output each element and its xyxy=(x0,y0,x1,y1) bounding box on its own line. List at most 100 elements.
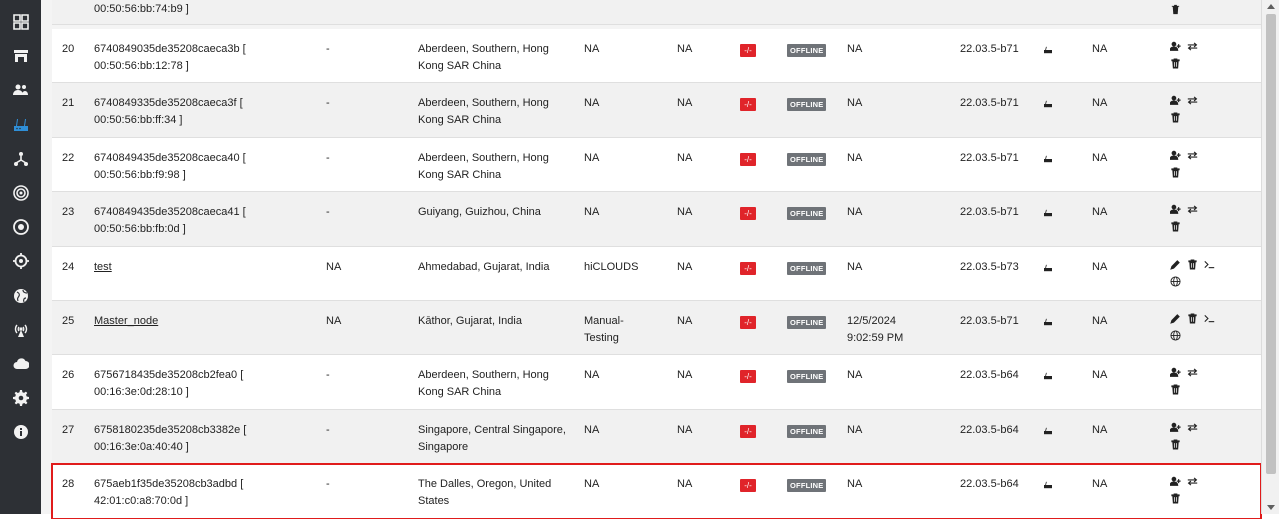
device-id-line1: 6740849435de35208caeca41 [ xyxy=(94,206,246,219)
customer-cell: NA xyxy=(584,476,654,493)
dashboard-grid-icon[interactable] xyxy=(0,7,41,37)
clients-badge: -/- xyxy=(740,151,756,168)
transfer-icon[interactable] xyxy=(1187,41,1198,58)
clients-badge-label: -/- xyxy=(740,152,756,166)
row-index: 23 xyxy=(62,206,75,219)
router-icon[interactable] xyxy=(0,110,41,140)
trash-icon[interactable] xyxy=(1170,439,1181,456)
customer-cell: NA xyxy=(584,422,654,439)
firmware-version: 22.03.5-b73 xyxy=(960,260,1019,273)
location-cell: Aberdeen, Southern, Hong Kong SAR China xyxy=(418,95,568,129)
add-user-icon[interactable] xyxy=(1169,150,1181,167)
devices-table: 20 6740849035de35208caeca3b [00:50:56:bb:… xyxy=(51,29,1262,519)
add-user-icon[interactable] xyxy=(1169,204,1181,221)
gear-icon[interactable] xyxy=(0,383,41,413)
globe-icon[interactable] xyxy=(1170,330,1181,347)
row-actions xyxy=(1169,367,1230,401)
customer-line1: NA xyxy=(584,43,600,55)
table-row[interactable]: 23 6740849435de35208caeca41 [00:50:56:bb:… xyxy=(52,192,1261,247)
info-icon[interactable] xyxy=(0,417,41,447)
location-cell: Aberdeen, Southern, Hong Kong SAR China xyxy=(418,150,568,184)
vertical-scrollbar[interactable] xyxy=(1261,0,1279,514)
transfer-icon[interactable] xyxy=(1187,367,1198,384)
add-user-icon[interactable] xyxy=(1169,95,1181,112)
row-index: 26 xyxy=(62,369,75,382)
store-icon[interactable] xyxy=(0,41,41,71)
table-row[interactable]: 27 6758180235de35208cb3382e [00:16:3e:0a:… xyxy=(52,409,1261,465)
globe-icon[interactable] xyxy=(0,281,41,311)
firmware-version: 22.03.5-b64 xyxy=(960,423,1019,436)
scroll-up-icon[interactable] xyxy=(1267,4,1275,9)
antenna-icon[interactable] xyxy=(0,315,41,345)
table-row[interactable]: 20 6740849035de35208caeca3b [00:50:56:bb:… xyxy=(52,29,1261,84)
table-row[interactable]: 26 6756718435de35208cb2fea0 [00:16:3e:0d:… xyxy=(52,355,1261,410)
trash-icon[interactable] xyxy=(1187,313,1198,330)
group-cell: - xyxy=(326,478,330,491)
last-seen-cell: NA xyxy=(847,204,937,221)
transfer-icon[interactable] xyxy=(1187,95,1198,112)
status-label: OFFLINE xyxy=(787,370,827,384)
status-badge: OFFLINE xyxy=(787,423,827,440)
transfer-icon[interactable] xyxy=(1187,150,1198,167)
na-cell: NA xyxy=(677,314,693,327)
row-actions xyxy=(1169,41,1230,75)
cloud-icon[interactable] xyxy=(0,349,41,379)
edit-icon[interactable] xyxy=(1170,313,1181,330)
scrollbar-thumb[interactable] xyxy=(1266,14,1276,474)
location-line1: Ahmedabad, Gujarat, India xyxy=(418,260,550,273)
transfer-icon[interactable] xyxy=(1187,422,1198,439)
table-row-partial: 00:50:56:bb:74:b9 ] xyxy=(52,0,1261,25)
na-cell-2: NA xyxy=(1092,97,1108,110)
table-row[interactable]: 22 6740849435de35208caeca40 [00:50:56:bb:… xyxy=(52,137,1261,193)
location-cell: Aberdeen, Southern, Hong Kong SAR China xyxy=(418,367,568,401)
clients-badge-label: -/- xyxy=(740,315,756,329)
trash-icon[interactable] xyxy=(1170,58,1181,75)
globe-icon[interactable] xyxy=(1170,276,1181,293)
clients-badge: -/- xyxy=(740,42,756,59)
firmware-version: 22.03.5-b64 xyxy=(960,478,1019,491)
users-icon[interactable] xyxy=(0,75,41,105)
add-user-icon[interactable] xyxy=(1169,367,1181,384)
add-user-icon[interactable] xyxy=(1169,41,1181,58)
network-topology-icon[interactable] xyxy=(0,144,41,174)
device-id: test xyxy=(94,259,294,276)
trash-icon[interactable] xyxy=(1170,167,1181,184)
status-label: OFFLINE xyxy=(787,315,827,329)
trash-icon[interactable] xyxy=(1170,112,1181,129)
terminal-icon[interactable] xyxy=(1204,313,1215,330)
trash-icon[interactable] xyxy=(1187,259,1198,276)
terminal-icon[interactable] xyxy=(1204,259,1215,276)
device-id-line2: 00:50:56:bb:f9:98 ] xyxy=(94,168,186,181)
add-user-icon[interactable] xyxy=(1169,422,1181,439)
table-row[interactable]: 24 test NA Ahmedabad, Gujarat, India hiCLOUD… xyxy=(52,246,1261,301)
status-badge: OFFLINE xyxy=(787,42,827,59)
scroll-down-icon[interactable] xyxy=(1267,505,1275,510)
firmware-version: 22.03.5-b71 xyxy=(960,314,1019,327)
location-line2: Singapore xyxy=(418,440,469,453)
customer-cell: NA xyxy=(584,95,654,112)
location-cell: The Dalles, Oregon, United States xyxy=(418,476,568,510)
radar-icon[interactable] xyxy=(0,178,41,208)
device-id-line1[interactable]: test xyxy=(94,261,112,273)
transfer-icon[interactable] xyxy=(1187,476,1198,493)
status-label: OFFLINE xyxy=(787,152,827,166)
trash-icon[interactable] xyxy=(1170,4,1181,18)
trash-icon[interactable] xyxy=(1170,493,1181,510)
device-id-line2: 00:50:56:bb:ff:34 ] xyxy=(94,114,183,127)
table-row[interactable]: 25 Master_node NA Kāthor, Gujarat, India Man… xyxy=(52,300,1261,356)
router-icon xyxy=(1043,478,1053,495)
trash-icon[interactable] xyxy=(1170,384,1181,401)
table-row[interactable]: 21 6740849335de35208caeca3f [00:50:56:bb:… xyxy=(52,83,1261,138)
target-icon[interactable] xyxy=(0,212,41,242)
transfer-icon[interactable] xyxy=(1187,204,1198,221)
clients-badge-label: -/- xyxy=(740,44,756,57)
customer-line1: hiCLOUDS xyxy=(584,260,639,273)
row-actions xyxy=(1170,259,1230,293)
crosshair-icon[interactable] xyxy=(0,246,41,276)
trash-icon[interactable] xyxy=(1170,221,1181,238)
device-id-line1[interactable]: Master_node xyxy=(94,315,158,327)
add-user-icon[interactable] xyxy=(1169,476,1181,493)
edit-icon[interactable] xyxy=(1170,259,1181,276)
table-row[interactable]: 28 675aeb1f35de35208cb3adbd [42:01:c0:a8:… xyxy=(51,463,1262,519)
na-cell-2: NA xyxy=(1092,478,1108,491)
